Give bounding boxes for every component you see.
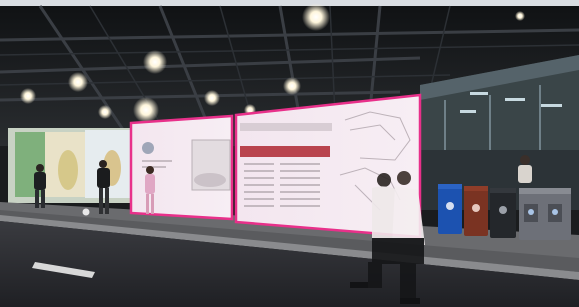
photo-scene <box>0 0 579 307</box>
waste-bins <box>438 184 571 240</box>
recycle-icon <box>446 202 454 210</box>
recycle-icon-3 <box>499 206 507 214</box>
header-band <box>240 123 332 131</box>
top-strip <box>0 0 579 6</box>
scene-svg <box>0 0 579 307</box>
logo-icon <box>142 142 154 154</box>
red-banner <box>240 146 330 157</box>
ball <box>82 208 90 216</box>
recycle-icon-2 <box>472 204 480 212</box>
worker-in-canopy <box>518 155 532 183</box>
